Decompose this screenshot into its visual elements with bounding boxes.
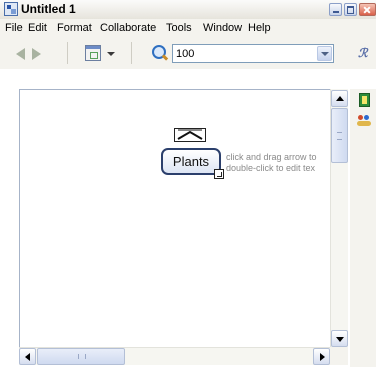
zoom-dropdown-button[interactable]: [317, 46, 332, 61]
scroll-corner: [330, 347, 348, 365]
hint-text: double-click to edit tex: [226, 163, 316, 173]
menu-tools[interactable]: Tools: [166, 22, 192, 34]
scroll-right-button[interactable]: [313, 348, 330, 365]
menu-edit[interactable]: Edit: [28, 22, 47, 34]
toolbar-separator: [67, 42, 68, 64]
link-arrow-handle[interactable]: [174, 128, 206, 142]
app-icon: [4, 2, 18, 16]
right-side-panel: [350, 89, 376, 367]
toolbar-separator: [131, 42, 132, 64]
window-title: Untitled 1: [21, 2, 76, 16]
toolbar: 100 ℛ: [0, 37, 376, 69]
resize-handle[interactable]: [214, 169, 224, 179]
maximize-button[interactable]: [344, 3, 357, 16]
concept-node[interactable]: Plants: [161, 148, 221, 175]
vertical-scroll-thumb[interactable]: [331, 108, 348, 163]
menu-bar: File Edit Format Collaborate Tools Windo…: [0, 19, 376, 38]
menu-format[interactable]: Format: [57, 22, 92, 34]
back-arrow-icon[interactable]: [16, 48, 25, 60]
scroll-left-button[interactable]: [19, 348, 36, 365]
view-icon[interactable]: [85, 45, 101, 61]
book-icon[interactable]: [359, 93, 370, 107]
forward-arrow-icon[interactable]: [32, 48, 41, 60]
menu-window[interactable]: Window: [203, 22, 242, 34]
hint-text: click and drag arrow to: [226, 152, 317, 162]
minimize-button[interactable]: [329, 3, 342, 16]
styles-icon[interactable]: ℛ: [358, 46, 368, 60]
zoom-select[interactable]: 100: [172, 44, 334, 63]
zoom-icon[interactable]: [152, 45, 169, 61]
people-icon[interactable]: [357, 113, 371, 127]
horizontal-scroll-thumb[interactable]: [37, 348, 125, 365]
scroll-up-button[interactable]: [331, 90, 348, 107]
close-button[interactable]: [359, 3, 376, 16]
menu-file[interactable]: File: [5, 22, 23, 34]
menu-collaborate[interactable]: Collaborate: [100, 22, 156, 34]
view-dropdown-arrow-icon[interactable]: [107, 52, 115, 56]
menu-help[interactable]: Help: [248, 22, 271, 34]
zoom-value: 100: [176, 48, 195, 60]
scroll-down-button[interactable]: [331, 330, 348, 347]
